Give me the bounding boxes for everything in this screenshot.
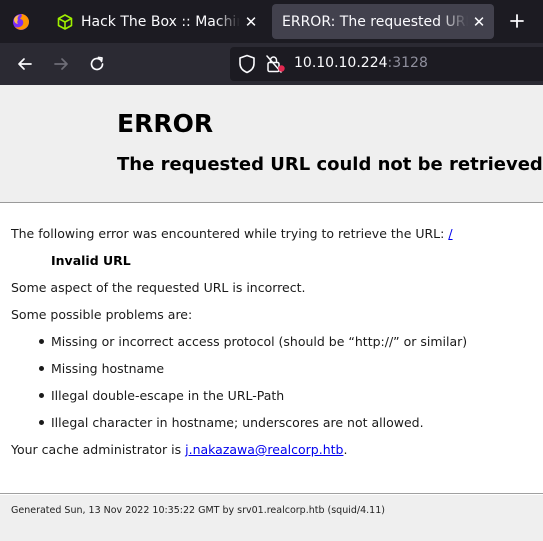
list-item: Missing or incorrect access protocol (sh… bbox=[39, 334, 467, 349]
footer-text: Generated Sun, 13 Nov 2022 10:35:22 GMT … bbox=[11, 505, 385, 516]
page-footer: Generated Sun, 13 Nov 2022 10:35:22 GMT … bbox=[0, 495, 543, 541]
url-text[interactable]: 10.10.10.224:3128 bbox=[294, 55, 428, 71]
reload-button[interactable] bbox=[81, 48, 113, 80]
forward-arrow-icon bbox=[54, 58, 68, 70]
firefox-logo-icon bbox=[13, 13, 29, 30]
list-item: Missing hostname bbox=[39, 361, 164, 376]
forward-button[interactable] bbox=[45, 48, 77, 80]
back-button[interactable] bbox=[9, 48, 41, 80]
plus-icon bbox=[510, 14, 524, 28]
address-bar[interactable]: 10.10.10.224:3128 bbox=[230, 47, 543, 81]
new-tab-button[interactable] bbox=[502, 6, 532, 36]
tab-title: Hack The Box :: Machines bbox=[81, 13, 240, 30]
list-item-text: Missing or incorrect access protocol (sh… bbox=[51, 334, 468, 349]
page-subtitle: The requested URL could not be retrieved bbox=[117, 154, 543, 175]
tab-title: ERROR: The requested URL could not be re… bbox=[282, 13, 468, 30]
bullet-dot bbox=[39, 366, 44, 371]
bullet-dot bbox=[39, 393, 44, 398]
tab-error-page[interactable]: ERROR: The requested URL could not be re… bbox=[272, 4, 494, 39]
tab-strip: Hack The Box :: Machines ✕ ERROR: The re… bbox=[0, 0, 543, 43]
navigation-toolbar: 10.10.10.224:3128 bbox=[0, 43, 543, 85]
tab-htb-machines[interactable]: Hack The Box :: Machines ✕ bbox=[48, 4, 266, 39]
intro-text: The following error was encountered whil… bbox=[11, 226, 449, 241]
tab-close-icon[interactable]: ✕ bbox=[468, 13, 490, 31]
reload-icon bbox=[90, 56, 104, 71]
bullet-dot bbox=[39, 420, 44, 425]
admin-suffix: . bbox=[343, 442, 348, 457]
url-host: 10.10.10.224 bbox=[294, 55, 388, 71]
page-title: ERROR bbox=[117, 109, 214, 138]
tab-close-icon[interactable]: ✕ bbox=[240, 13, 262, 31]
intro-line: The following error was encountered whil… bbox=[11, 226, 453, 241]
requested-url-link[interactable]: / bbox=[448, 226, 452, 241]
back-arrow-icon bbox=[18, 58, 32, 70]
list-item-text: Illegal character in hostname; underscor… bbox=[51, 415, 424, 430]
list-item: Illegal character in hostname; underscor… bbox=[39, 415, 424, 430]
error-description: Some aspect of the requested URL is inco… bbox=[11, 280, 306, 295]
bullet-dot bbox=[39, 339, 44, 344]
admin-text: Your cache administrator is bbox=[11, 442, 186, 457]
error-body: The following error was encountered whil… bbox=[0, 204, 543, 494]
tracking-protection-shield-icon[interactable] bbox=[238, 54, 256, 78]
admin-line: Your cache administrator is j.nakazawa@r… bbox=[11, 442, 347, 457]
error-header: ERROR The requested URL could not be ret… bbox=[0, 85, 543, 203]
problems-heading: Some possible problems are: bbox=[11, 307, 193, 322]
url-port: :3128 bbox=[387, 55, 428, 71]
page-content: ERROR The requested URL could not be ret… bbox=[0, 85, 543, 541]
admin-email-link[interactable]: j.nakazawa@realcorp.htb bbox=[185, 442, 343, 457]
insecure-lock-icon[interactable] bbox=[266, 55, 286, 77]
list-item-text: Illegal double-escape in the URL-Path bbox=[51, 388, 285, 403]
htb-cube-icon bbox=[57, 13, 73, 30]
list-item-text: Missing hostname bbox=[51, 361, 165, 376]
firefox-view-button[interactable] bbox=[0, 0, 42, 43]
error-name: Invalid URL bbox=[51, 253, 131, 268]
list-item: Illegal double-escape in the URL-Path bbox=[39, 388, 284, 403]
